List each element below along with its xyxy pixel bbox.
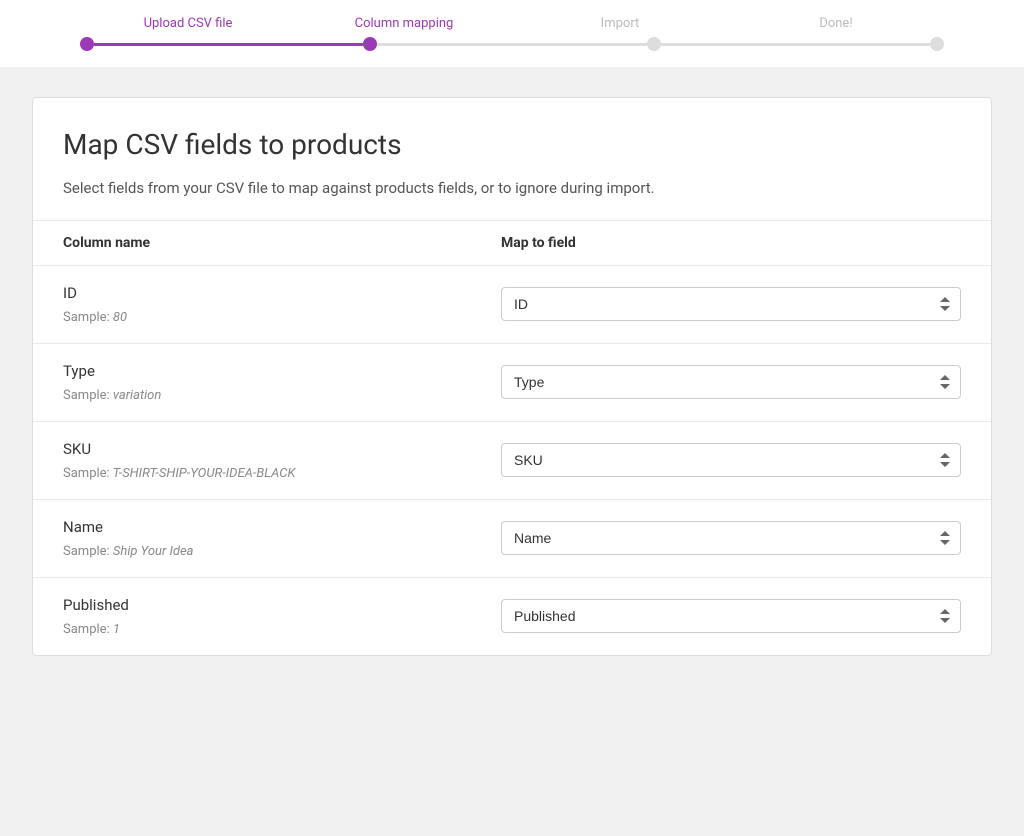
- field-name-id: ID: [63, 284, 501, 302]
- step-dot-3: [647, 37, 661, 51]
- step-label-done: Done!: [728, 16, 944, 31]
- steps-labels: Upload CSV file Column mapping Import Do…: [80, 16, 944, 31]
- progress-section: Upload CSV file Column mapping Import Do…: [0, 0, 1024, 67]
- col-map-header: Map to field: [501, 235, 961, 251]
- map-select-published[interactable]: ID Type SKU Name Published -- Do not imp…: [501, 599, 961, 633]
- page-title: Map CSV fields to products: [63, 128, 961, 161]
- field-name-published: Published: [63, 596, 501, 614]
- step-dot-2: [363, 37, 377, 51]
- table-row: Published Sample: 1 ID Type SKU Name Pub…: [33, 578, 991, 655]
- map-select-id[interactable]: ID Type SKU Name Published -- Do not imp…: [501, 287, 961, 321]
- col-name-cell-published: Published Sample: 1: [63, 596, 501, 637]
- track-line-1: [94, 43, 363, 46]
- field-name-sku: SKU: [63, 440, 501, 458]
- map-select-name[interactable]: ID Type SKU Name Published -- Do not imp…: [501, 521, 961, 555]
- field-sample-id: Sample: 80: [63, 310, 127, 325]
- progress-track: [80, 37, 944, 67]
- track-line-3: [661, 43, 930, 46]
- col-name-header: Column name: [63, 235, 501, 251]
- table-header: Column name Map to field: [33, 221, 991, 266]
- table-row: ID Sample: 80 ID Type SKU Name Published…: [33, 266, 991, 344]
- step-dot-1: [80, 37, 94, 51]
- step-label-mapping: Column mapping: [296, 16, 512, 31]
- field-sample-type: Sample: variation: [63, 388, 161, 403]
- map-select-sku[interactable]: ID Type SKU Name Published -- Do not imp…: [501, 443, 961, 477]
- col-name-cell-name: Name Sample: Ship Your Idea: [63, 518, 501, 559]
- table-row: Type Sample: variation ID Type SKU Name …: [33, 344, 991, 422]
- col-name-cell-id: ID Sample: 80: [63, 284, 501, 325]
- page-description: Select fields from your CSV file to map …: [63, 177, 961, 200]
- col-name-cell-type: Type Sample: variation: [63, 362, 501, 403]
- step-dot-4: [930, 37, 944, 51]
- step-label-upload: Upload CSV file: [80, 16, 296, 31]
- col-map-cell-id[interactable]: ID Type SKU Name Published -- Do not imp…: [501, 287, 961, 321]
- mapping-table: Column name Map to field ID Sample: 80 I…: [33, 221, 991, 655]
- map-select-type[interactable]: ID Type SKU Name Published -- Do not imp…: [501, 365, 961, 399]
- col-map-cell-name[interactable]: ID Type SKU Name Published -- Do not imp…: [501, 521, 961, 555]
- step-label-import: Import: [512, 16, 728, 31]
- header-section: Map CSV fields to products Select fields…: [33, 98, 991, 221]
- col-name-cell-sku: SKU Sample: T-SHIRT-SHIP-YOUR-IDEA-BLACK: [63, 440, 501, 481]
- main-content: Map CSV fields to products Select fields…: [32, 97, 992, 656]
- field-name-type: Type: [63, 362, 501, 380]
- table-row: SKU Sample: T-SHIRT-SHIP-YOUR-IDEA-BLACK…: [33, 422, 991, 500]
- table-row: Name Sample: Ship Your Idea ID Type SKU …: [33, 500, 991, 578]
- col-map-cell-sku[interactable]: ID Type SKU Name Published -- Do not imp…: [501, 443, 961, 477]
- field-name-name: Name: [63, 518, 501, 536]
- col-map-cell-published[interactable]: ID Type SKU Name Published -- Do not imp…: [501, 599, 961, 633]
- field-sample-sku: Sample: T-SHIRT-SHIP-YOUR-IDEA-BLACK: [63, 466, 295, 481]
- col-map-cell-type[interactable]: ID Type SKU Name Published -- Do not imp…: [501, 365, 961, 399]
- field-sample-name: Sample: Ship Your Idea: [63, 544, 194, 559]
- field-sample-published: Sample: 1: [63, 622, 120, 637]
- track-line-2: [377, 43, 646, 46]
